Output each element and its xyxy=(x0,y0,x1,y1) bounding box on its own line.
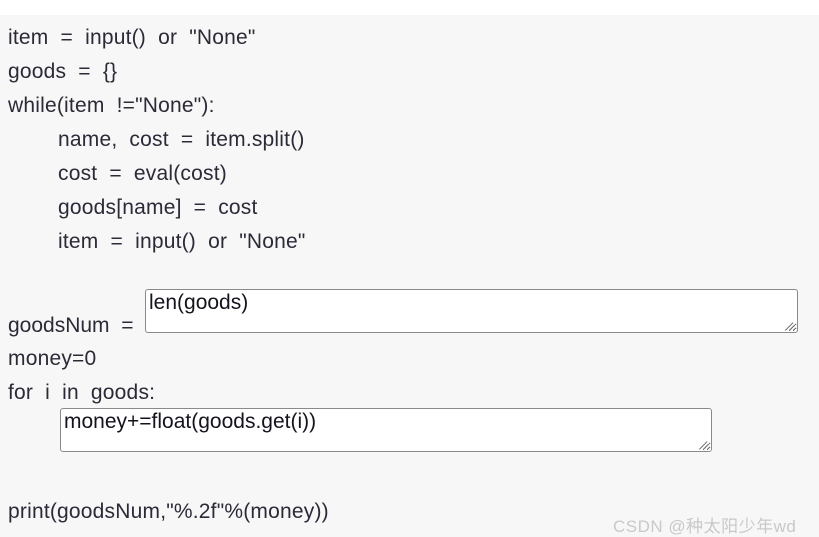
csdn-watermark: CSDN @种太阳少年wd xyxy=(613,517,797,536)
code-exercise-page: item = input() or "None" goods = {} while(… xyxy=(0,0,819,537)
code-line: goods = {} xyxy=(8,60,118,83)
content-sheet: item = input() or "None" goods = {} while(… xyxy=(0,15,819,537)
answer-textarea-2[interactable] xyxy=(60,408,712,452)
code-line: while(item !="None"): xyxy=(8,94,215,117)
code-line: for i in goods: xyxy=(8,381,156,404)
code-line: goods[name] = cost xyxy=(58,196,258,219)
code-line: cost = eval(cost) xyxy=(58,162,227,185)
inline-code-label: goodsNum = xyxy=(8,314,134,337)
code-line: print(goodsNum,"%.2f"%(money)) xyxy=(8,500,329,523)
code-line: name, cost = item.split() xyxy=(58,128,305,151)
code-line: money=0 xyxy=(8,347,97,370)
python-code-block: item = input() or "None" goods = {} while(… xyxy=(0,15,819,537)
answer-textarea-1[interactable] xyxy=(145,289,798,333)
code-line: item = input() or "None" xyxy=(58,230,306,253)
code-line: item = input() or "None" xyxy=(8,26,256,49)
